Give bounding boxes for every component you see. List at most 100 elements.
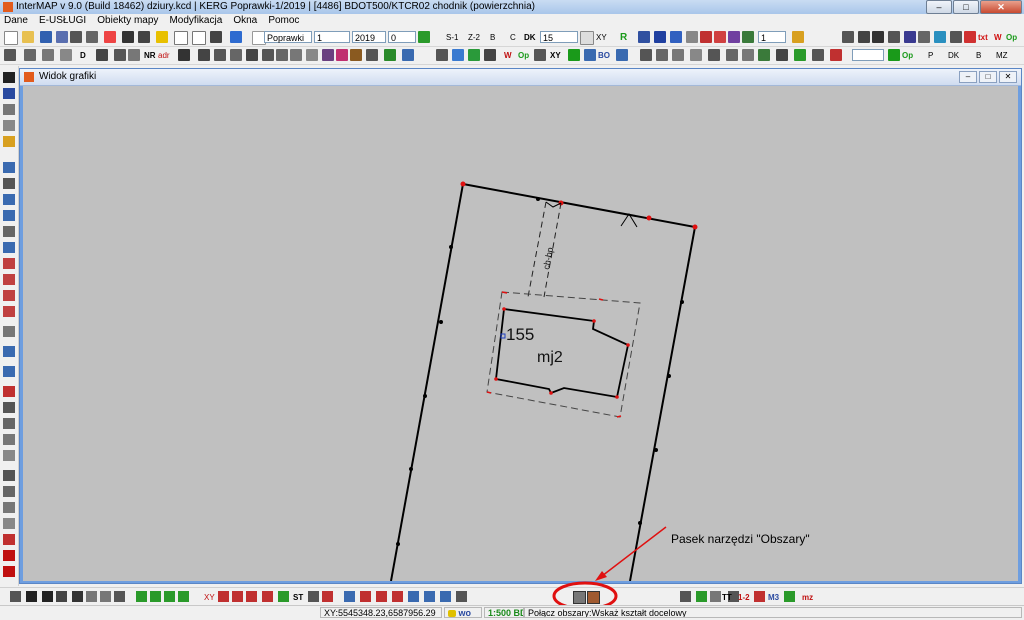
table-small-icon[interactable] (128, 49, 140, 61)
info-i-icon[interactable] (904, 31, 916, 43)
split-icon[interactable] (3, 194, 15, 205)
pan-down-icon[interactable] (164, 591, 175, 602)
mz-checkbox[interactable]: MZ (996, 50, 1008, 61)
b-button[interactable]: B (490, 32, 495, 43)
filter-icon[interactable] (888, 31, 900, 43)
color-icon[interactable] (728, 31, 740, 43)
save-icon[interactable] (122, 31, 134, 43)
pin-bottom-icon[interactable] (10, 591, 21, 602)
nr-button[interactable]: NR (144, 50, 156, 61)
ruler-icon[interactable] (950, 31, 962, 43)
remove-icon[interactable] (3, 386, 15, 397)
ring-icon[interactable] (246, 591, 257, 602)
w-icon[interactable] (742, 31, 754, 43)
eraser-icon[interactable] (3, 502, 15, 513)
magnifier-icon[interactable] (114, 591, 125, 602)
zoom-box-icon[interactable] (56, 591, 67, 602)
maximize-button[interactable]: □ (953, 0, 979, 14)
paste-tool-icon[interactable] (3, 486, 15, 497)
b-checkbox[interactable]: B (976, 50, 981, 61)
snap-line-icon[interactable] (360, 591, 371, 602)
map-canvas[interactable]: 155 mj2 ch-bp Pasek narzędzi "Obszary" (23, 86, 1018, 581)
insert-vertex-icon[interactable] (3, 242, 15, 253)
pan-up-icon[interactable] (150, 591, 161, 602)
link-icon[interactable] (534, 49, 546, 61)
columns-icon[interactable] (436, 49, 448, 61)
red-block-icon[interactable] (964, 31, 976, 43)
sb-icon[interactable] (584, 49, 596, 61)
vertices-icon[interactable] (710, 591, 721, 602)
columns-tool-icon[interactable] (3, 418, 15, 429)
layers-icon[interactable] (156, 31, 168, 43)
print-preview-icon[interactable] (70, 31, 82, 43)
pencil-icon[interactable] (3, 104, 15, 115)
w-label-button[interactable]: W (504, 50, 512, 61)
kerg-extra-field[interactable]: 0 (388, 31, 416, 43)
clear-icon[interactable] (714, 31, 726, 43)
z2-button[interactable]: Z-2 (468, 32, 480, 43)
undo-icon[interactable] (174, 31, 188, 45)
print-icon[interactable] (86, 31, 98, 43)
subwindow-close-button[interactable]: ✕ (999, 71, 1017, 83)
point-icon[interactable] (262, 591, 273, 602)
list-view-icon[interactable] (484, 49, 496, 61)
hatch-icon[interactable] (262, 49, 274, 61)
op-label-button[interactable]: Op (518, 50, 529, 61)
1-2-button[interactable]: 1-2 (738, 592, 750, 603)
close-button[interactable]: ✕ (980, 0, 1022, 14)
zoom-area-icon[interactable] (72, 591, 83, 602)
polygon-icon[interactable] (3, 178, 15, 189)
info-tool-icon[interactable] (3, 88, 15, 99)
txt-button[interactable]: txt (978, 32, 988, 43)
save-as-icon[interactable] (138, 31, 150, 43)
cut-line-icon[interactable] (3, 274, 15, 285)
draw-line-icon[interactable] (3, 162, 15, 173)
st-button[interactable]: ST (293, 592, 303, 603)
measure-icon[interactable] (96, 49, 108, 61)
minimize-button[interactable]: – (926, 0, 952, 14)
document-icon[interactable] (56, 31, 68, 43)
info-icon[interactable] (40, 31, 52, 43)
gear-icon[interactable] (792, 31, 804, 43)
move-vertex-icon[interactable] (3, 226, 15, 237)
menu-modyfikacja[interactable]: Modyfikacja (165, 14, 226, 28)
delete-all-icon[interactable] (3, 566, 15, 577)
question-icon[interactable] (114, 49, 126, 61)
menu-dane[interactable]: Dane (0, 14, 32, 28)
offset-icon[interactable] (3, 326, 15, 337)
menu-obiekty-mapy[interactable]: Obiekty mapy (93, 14, 162, 28)
map-drawing[interactable]: 155 mj2 ch-bp (23, 86, 1018, 581)
pan-right-icon[interactable] (178, 591, 189, 602)
clipboard-icon[interactable] (366, 49, 378, 61)
selection-box-icon[interactable] (3, 120, 15, 131)
circle-icon[interactable] (232, 591, 243, 602)
table-icon[interactable] (918, 31, 930, 43)
settings-icon[interactable] (104, 31, 116, 43)
text-a-icon[interactable] (384, 49, 396, 61)
copy-icon[interactable] (290, 49, 302, 61)
select-box-icon[interactable] (742, 49, 754, 61)
image-icon[interactable] (670, 31, 682, 43)
w-button[interactable]: W (994, 32, 1002, 43)
dk-button[interactable]: DK (524, 32, 536, 43)
rectangle-icon[interactable] (178, 49, 190, 61)
d-button[interactable]: D (80, 50, 86, 61)
snap-icon[interactable] (344, 591, 355, 602)
kerg-type-field[interactable]: Poprawki (264, 31, 312, 43)
undo-view-icon[interactable] (86, 591, 97, 602)
cut-icon[interactable] (830, 49, 842, 61)
count-field[interactable]: 1 (758, 31, 786, 43)
subwindow-maximize-button[interactable]: □ (979, 71, 997, 83)
equal-icon[interactable] (276, 49, 288, 61)
hatch-tool-icon[interactable] (3, 402, 15, 413)
cloud-icon[interactable] (230, 31, 242, 43)
grid-icon[interactable] (638, 31, 650, 43)
frame-edit-icon[interactable] (656, 49, 668, 61)
people-icon[interactable] (934, 31, 946, 43)
redo-icon[interactable] (192, 31, 206, 45)
snap-perp-icon[interactable] (440, 591, 451, 602)
stairs-icon[interactable] (3, 434, 15, 445)
menu-pomoc[interactable]: Pomoc (264, 14, 303, 28)
blue-tool-icon[interactable] (616, 49, 628, 61)
layer-tool-icon[interactable] (3, 534, 15, 545)
